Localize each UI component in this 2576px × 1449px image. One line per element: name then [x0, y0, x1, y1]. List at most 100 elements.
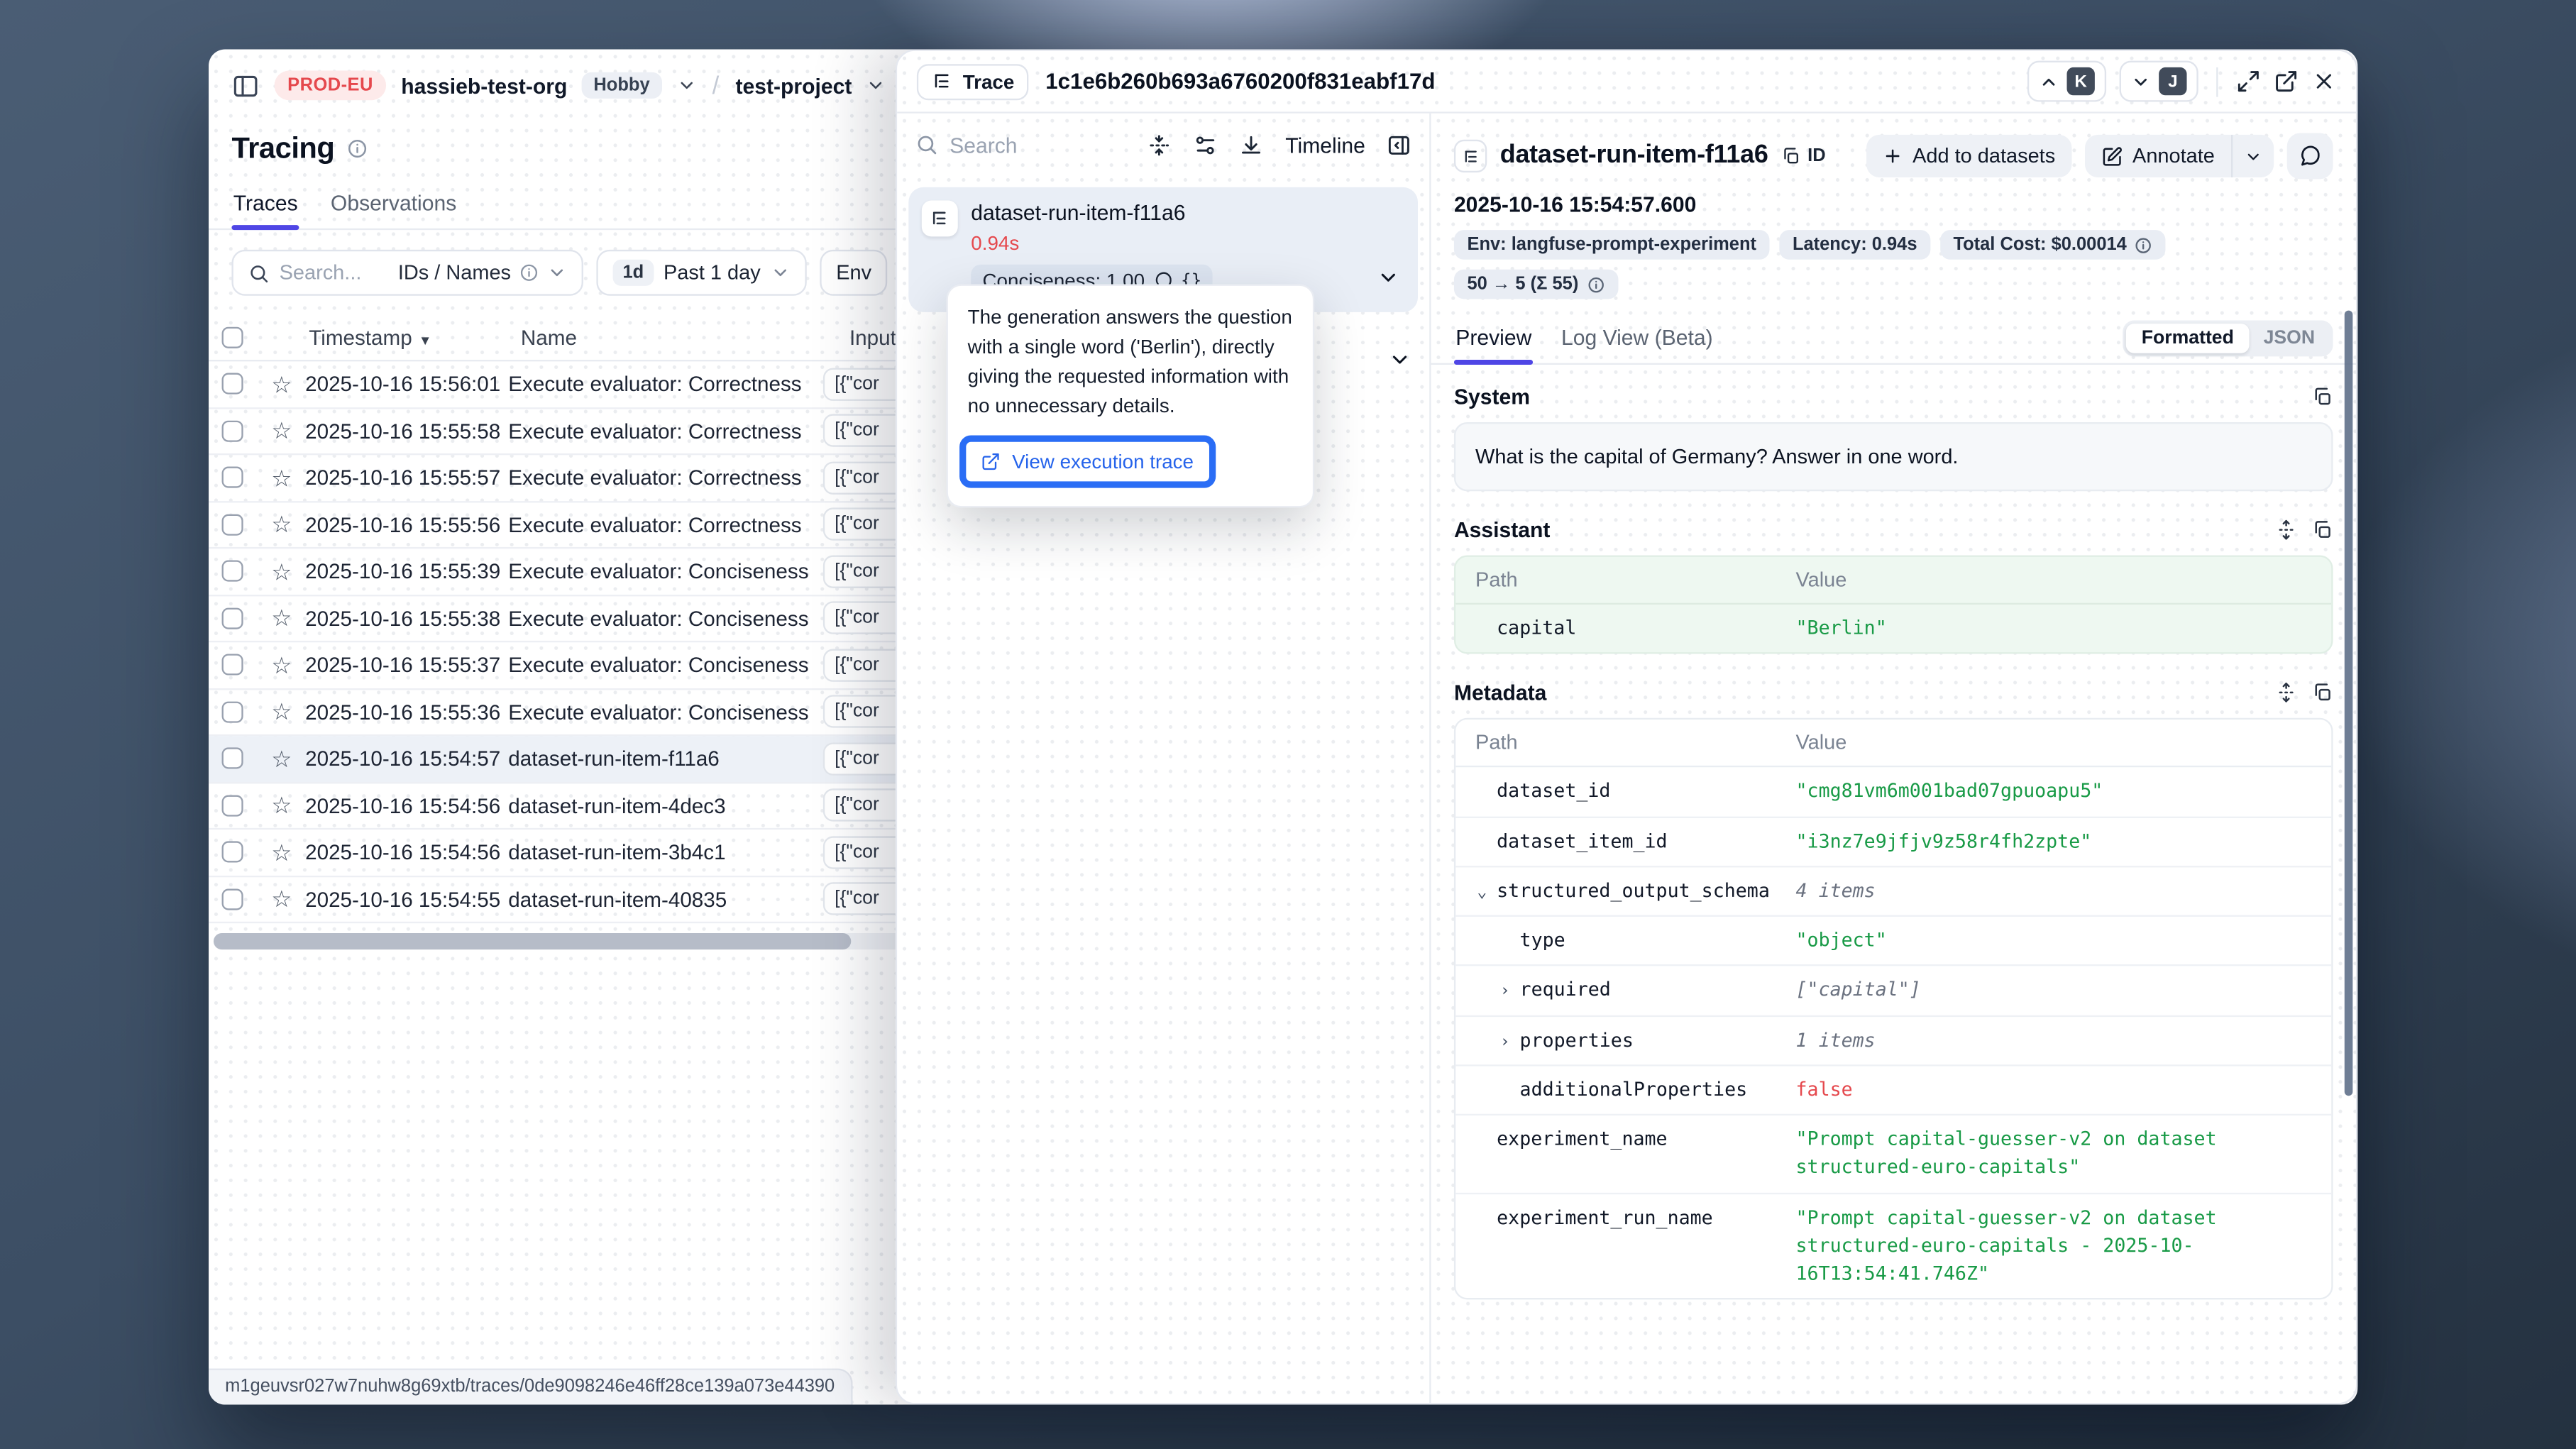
table-row[interactable]: ☆ 2025-10-16 15:54:56 dataset-run-item-4… — [209, 783, 932, 830]
vertical-scrollbar-thumb[interactable] — [2345, 311, 2353, 1096]
expander-icon[interactable]: ⌄ — [1477, 880, 1497, 905]
search-input[interactable]: Search... IDs / Names — [231, 250, 583, 296]
table-row[interactable]: ☆ 2025-10-16 15:55:38 Execute evaluator:… — [209, 595, 932, 642]
prev-trace-button[interactable]: K — [2027, 61, 2106, 102]
star-icon[interactable]: ☆ — [271, 419, 292, 442]
project-name[interactable]: test-project — [735, 73, 852, 98]
row-checkbox[interactable] — [222, 795, 243, 816]
table-row[interactable]: ☆ 2025-10-16 15:56:01 Execute evaluator:… — [209, 361, 932, 408]
row-checkbox[interactable] — [222, 701, 243, 722]
close-icon[interactable] — [2311, 69, 2336, 94]
table-row[interactable]: ☆ 2025-10-16 15:55:57 Execute evaluator:… — [209, 455, 932, 502]
copy-icon[interactable] — [2311, 519, 2333, 541]
settings-sliders-icon[interactable] — [1194, 132, 1218, 157]
info-icon[interactable] — [1587, 275, 1605, 293]
row-checkbox[interactable] — [222, 888, 243, 910]
row-checkbox[interactable] — [222, 467, 243, 488]
node-chevron-down-icon[interactable] — [1377, 266, 1399, 289]
horizontal-scrollbar-thumb[interactable] — [214, 933, 851, 949]
row-checkbox[interactable] — [222, 373, 243, 395]
detail-scroll-area[interactable]: System What is the capital of Germany? A… — [1431, 365, 2356, 1403]
view-execution-trace-link[interactable]: View execution trace — [966, 442, 1209, 482]
download-icon[interactable] — [1239, 132, 1264, 157]
column-header-timestamp[interactable]: Timestamp▼ — [309, 325, 521, 350]
add-to-datasets-button[interactable]: Add to datasets — [1866, 135, 2071, 177]
detail-tabs: Preview Log View (Beta) Formatted JSON — [1431, 316, 2356, 365]
timeline-toggle[interactable]: Timeline — [1285, 132, 1365, 157]
annotate-dropdown-button[interactable] — [2231, 135, 2274, 177]
tab-preview[interactable]: Preview — [1454, 316, 1534, 363]
row-checkbox[interactable] — [222, 514, 243, 535]
star-icon[interactable]: ☆ — [271, 654, 292, 676]
row-checkbox[interactable] — [222, 654, 243, 676]
row-checkbox[interactable] — [222, 842, 243, 863]
org-chevron-down-icon[interactable] — [676, 75, 696, 95]
star-icon[interactable]: ☆ — [271, 841, 292, 864]
row-checkbox[interactable] — [222, 561, 243, 582]
search-scope-select[interactable]: IDs / Names — [398, 261, 567, 284]
star-icon[interactable]: ☆ — [271, 888, 292, 910]
scope-info-icon[interactable] — [519, 263, 539, 282]
unfold-rows-icon[interactable] — [2276, 682, 2297, 703]
tab-log-view[interactable]: Log View (Beta) — [1560, 316, 1714, 363]
kv-path: ›required — [1475, 976, 1795, 1005]
row-checkbox[interactable] — [222, 748, 243, 769]
row-timestamp: 2025-10-16 15:55:39 — [305, 559, 508, 584]
star-icon[interactable]: ☆ — [271, 560, 292, 583]
header-divider — [2216, 67, 2218, 97]
copy-icon[interactable] — [2311, 682, 2333, 703]
status-badge: Total Cost: $0.00014 — [1940, 230, 2166, 260]
table-row[interactable]: ☆ 2025-10-16 15:54:57 dataset-run-item-f… — [209, 736, 932, 783]
annotate-button[interactable]: Annotate — [2085, 135, 2231, 177]
project-chevron-down-icon[interactable] — [866, 75, 886, 95]
star-icon[interactable]: ☆ — [271, 794, 292, 817]
star-icon[interactable]: ☆ — [271, 466, 292, 489]
unfold-rows-icon[interactable] — [2276, 519, 2297, 541]
row-name: Execute evaluator: Correctness — [508, 372, 823, 397]
kv-value: ["capital"] — [1796, 976, 2312, 1005]
horizontal-scrollbar[interactable] — [214, 933, 927, 949]
table-row[interactable]: ☆ 2025-10-16 15:55:36 Execute evaluator:… — [209, 689, 932, 736]
format-formatted[interactable]: Formatted — [2127, 324, 2249, 353]
row-name: Execute evaluator: Conciseness — [508, 653, 823, 678]
expand-icon[interactable] — [2236, 69, 2261, 94]
env-filter-button[interactable]: Env — [820, 250, 888, 296]
select-all-checkbox[interactable] — [222, 327, 243, 348]
copy-icon[interactable] — [2311, 386, 2333, 407]
star-icon[interactable]: ☆ — [271, 373, 292, 395]
row-name: Execute evaluator: Correctness — [508, 465, 823, 490]
star-icon[interactable]: ☆ — [271, 607, 292, 629]
comments-button[interactable] — [2287, 133, 2333, 180]
star-icon[interactable]: ☆ — [271, 747, 292, 770]
tab-traces[interactable]: Traces — [231, 181, 299, 228]
table-row[interactable]: ☆ 2025-10-16 15:55:56 Execute evaluator:… — [209, 502, 932, 549]
star-icon[interactable]: ☆ — [271, 700, 292, 723]
row-checkbox[interactable] — [222, 420, 243, 441]
node-chevron-down-icon[interactable] — [1388, 348, 1411, 371]
expander-icon[interactable]: › — [1500, 1029, 1520, 1054]
info-icon[interactable] — [2135, 236, 2152, 253]
tab-observations[interactable]: Observations — [329, 181, 458, 228]
table-row[interactable]: ☆ 2025-10-16 15:55:37 Execute evaluator:… — [209, 642, 932, 689]
collapse-panel-icon[interactable] — [1387, 132, 1411, 157]
table-row[interactable]: ☆ 2025-10-16 15:55:39 Execute evaluator:… — [209, 549, 932, 595]
format-json[interactable]: JSON — [2249, 324, 2330, 353]
row-checkbox[interactable] — [222, 607, 243, 629]
system-section: System What is the capital of Germany? A… — [1454, 385, 2333, 491]
table-row[interactable]: ☆ 2025-10-16 15:54:56 dataset-run-item-3… — [209, 830, 932, 876]
table-row[interactable]: ☆ 2025-10-16 15:54:55 dataset-run-item-4… — [209, 876, 932, 923]
collapse-all-icon[interactable] — [1147, 132, 1172, 157]
page-title: Tracing — [231, 131, 334, 166]
sidebar-toggle-icon[interactable] — [231, 72, 259, 99]
copy-id-button[interactable]: ID — [1781, 146, 1826, 166]
info-icon[interactable] — [346, 138, 368, 159]
tree-search-input[interactable]: Search — [915, 132, 1018, 157]
org-name[interactable]: hassieb-test-org — [401, 73, 567, 98]
column-header-name[interactable]: Name — [521, 325, 849, 350]
table-row[interactable]: ☆ 2025-10-16 15:55:58 Execute evaluator:… — [209, 408, 932, 455]
star-icon[interactable]: ☆ — [271, 513, 292, 536]
open-external-icon[interactable] — [2274, 69, 2299, 94]
time-range-button[interactable]: 1d Past 1 day — [596, 250, 806, 296]
next-trace-button[interactable]: J — [2120, 61, 2198, 102]
expander-icon[interactable]: › — [1500, 979, 1520, 1004]
